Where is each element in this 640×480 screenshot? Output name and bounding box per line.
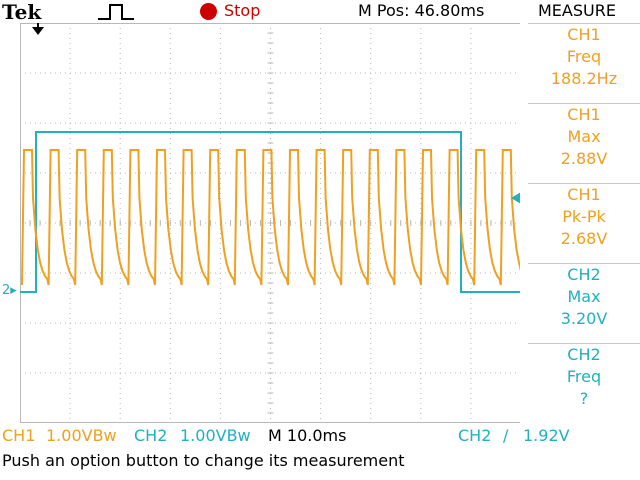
trigger-slope-icon: / <box>503 426 509 445</box>
stop-indicator-icon <box>200 3 217 20</box>
ch1-scale: 1.00VBw <box>46 426 117 445</box>
ch1-label: CH1 <box>2 426 36 445</box>
measure-panel: CH1 Freq 188.2Hz CH1 Max 2.88V CH1 Pk-Pk… <box>520 23 640 425</box>
trigger-source: CH2 <box>458 426 492 445</box>
trigger-position-marker-icon <box>32 27 44 35</box>
trigger-level: 1.92V <box>523 426 570 445</box>
status-bar: CH1 1.00VBw CH2 1.00VBw M 10.0ms CH2 / 1… <box>0 424 640 446</box>
measurement-slot-2[interactable]: CH1 Max 2.88V <box>528 103 640 180</box>
measurement-slot-3[interactable]: CH1 Pk-Pk 2.68V <box>528 183 640 260</box>
meas-value: ? <box>579 389 589 408</box>
measurement-slot-4[interactable]: CH2 Max 3.20V <box>528 263 640 340</box>
meas-value: 2.88V <box>560 149 608 168</box>
message-bar: Push an option button to change its meas… <box>0 448 640 480</box>
meas-type: Max <box>567 127 601 146</box>
graticule-grid <box>20 23 521 423</box>
help-message: Push an option button to change its meas… <box>2 451 405 470</box>
meas-source: CH1 <box>567 105 601 124</box>
meas-type: Max <box>567 287 601 306</box>
horizontal-position: M Pos: 46.80ms <box>358 1 485 20</box>
rising-edge-pulse-icon <box>98 4 134 20</box>
measurement-slot-1[interactable]: CH1 Freq 188.2Hz <box>528 23 640 100</box>
ch2-label: CH2 <box>134 426 168 445</box>
meas-source: CH2 <box>567 345 601 364</box>
meas-value: 2.68V <box>560 229 608 248</box>
ch1-waveform <box>21 149 521 286</box>
meas-type: Freq <box>566 367 602 386</box>
meas-type: Pk-Pk <box>562 207 606 226</box>
acquisition-state: Stop <box>224 1 261 20</box>
top-bar: Tek Stop M Pos: 46.80ms MEASURE <box>0 0 640 24</box>
meas-source: CH1 <box>567 185 601 204</box>
meas-source: CH1 <box>567 25 601 44</box>
brand-logo: Tek <box>2 0 42 24</box>
waveform-display <box>20 23 521 423</box>
ch2-ground-marker: 2▸ <box>2 283 17 298</box>
meas-value: 3.20V <box>560 309 608 328</box>
ch2-scale: 1.00VBw <box>180 426 251 445</box>
measurement-slot-5[interactable]: CH2 Freq ? <box>528 343 640 420</box>
meas-source: CH2 <box>567 265 601 284</box>
measure-menu-title: MEASURE <box>538 1 616 20</box>
meas-value: 188.2Hz <box>550 69 618 88</box>
meas-type: Freq <box>566 47 602 66</box>
timebase: M 10.0ms <box>268 426 347 445</box>
